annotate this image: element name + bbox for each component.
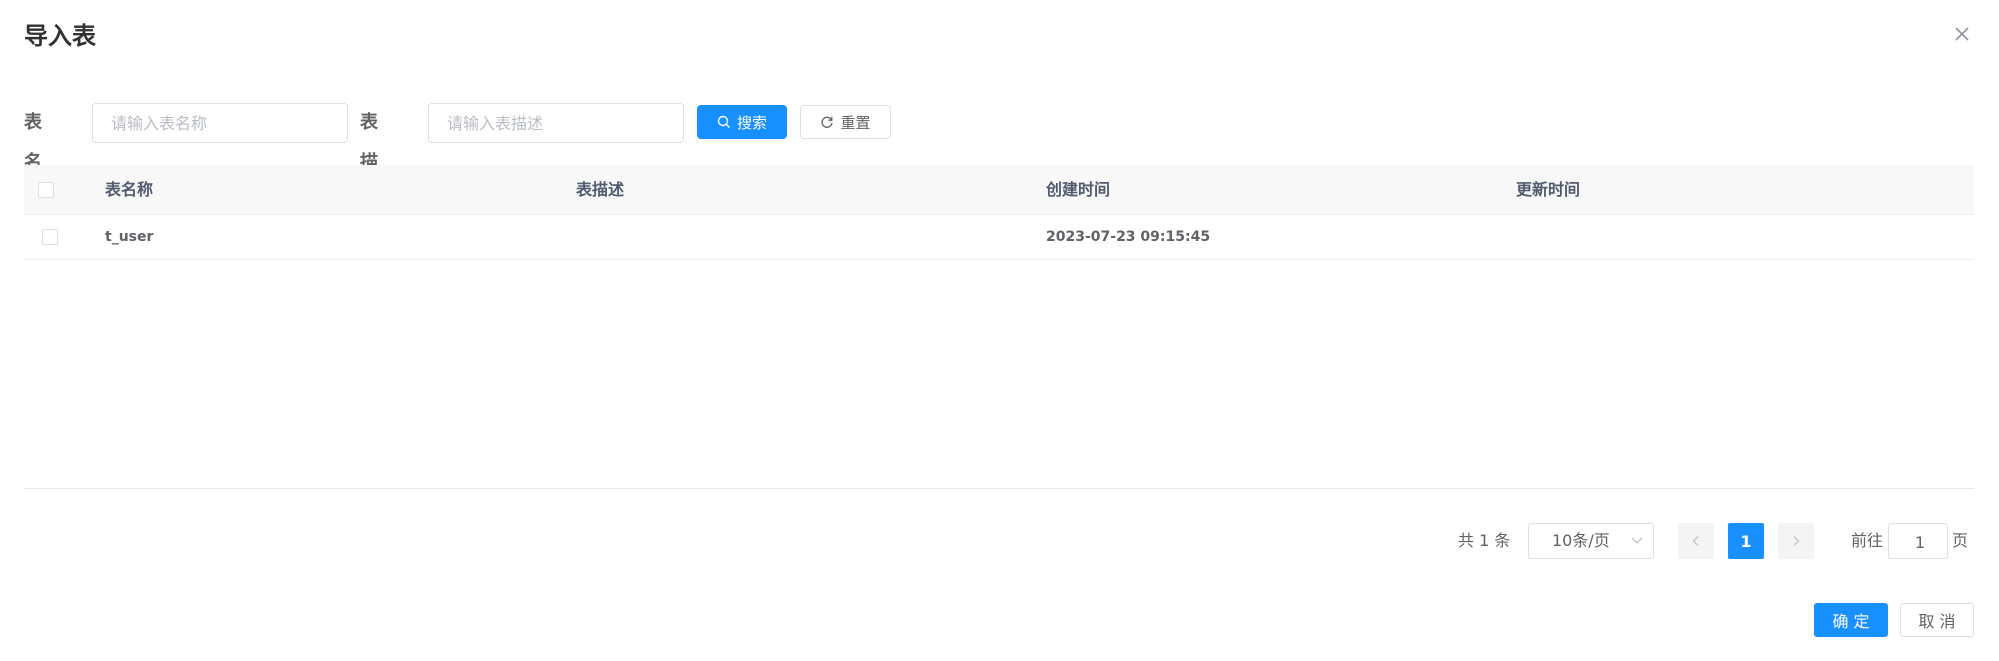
page-size-select[interactable]: 10条/页 — [1528, 523, 1654, 559]
page-number-active[interactable]: 1 — [1728, 523, 1764, 559]
cell-create-time: 2023-07-23 09:15:45 — [1046, 229, 1211, 245]
search-icon — [717, 115, 730, 128]
cancel-button[interactable]: 取 消 — [1900, 603, 1974, 637]
next-page-button[interactable] — [1778, 523, 1814, 559]
search-button[interactable]: 搜索 — [697, 105, 787, 139]
dialog-title: 导入表 — [24, 22, 96, 50]
row-checkbox[interactable] — [42, 229, 58, 245]
refresh-icon — [821, 116, 834, 128]
column-header-create-time: 创建时间 — [1046, 180, 1111, 199]
table-row[interactable]: t_user 2023-07-23 09:15:45 — [24, 215, 1974, 260]
confirm-button[interactable]: 确 定 — [1814, 603, 1888, 637]
goto-prefix: 前往 — [1851, 531, 1884, 550]
chevron-left-icon — [1692, 536, 1699, 546]
reset-button-label: 重置 — [840, 113, 871, 132]
table-header: 表名称 表描述 创建时间 更新时间 — [24, 165, 1974, 215]
chevron-right-icon — [1793, 536, 1800, 546]
pagination: 共 1 条 10条/页 1 前往 页 — [0, 523, 1999, 560]
search-button-label: 搜索 — [736, 113, 767, 132]
table-desc-label: 表描述 — [360, 112, 378, 213]
column-header-table-desc: 表描述 — [576, 180, 625, 199]
close-icon[interactable] — [1950, 22, 1974, 46]
table-bottom-divider — [24, 488, 1974, 489]
goto-page-input[interactable] — [1889, 524, 1951, 560]
tables-table: 表名称 表描述 创建时间 更新时间 t_user 2023-07-23 09:1… — [24, 165, 1974, 260]
table-name-label: 表名称 — [24, 112, 42, 213]
import-table-dialog: 导入表 表名称 表描述 搜索 重置 — [0, 0, 1999, 661]
select-all-checkbox[interactable] — [38, 182, 54, 198]
reset-button[interactable]: 重置 — [800, 105, 891, 139]
column-header-table-name: 表名称 — [105, 180, 154, 199]
pagination-total: 共 1 条 — [1458, 531, 1511, 550]
page-size-value: 10条/页 — [1552, 531, 1610, 550]
goto-suffix: 页 — [1952, 531, 1969, 550]
table-name-input[interactable] — [93, 104, 347, 142]
table-name-input-wrapper — [92, 103, 348, 143]
cell-table-name: t_user — [105, 229, 154, 245]
prev-page-button[interactable] — [1678, 523, 1714, 559]
table-desc-input-wrapper — [428, 103, 684, 143]
column-header-update-time: 更新时间 — [1516, 180, 1581, 199]
table-desc-input[interactable] — [429, 104, 683, 142]
goto-page-input-wrapper — [1888, 523, 1951, 560]
chevron-down-icon — [1631, 537, 1643, 544]
